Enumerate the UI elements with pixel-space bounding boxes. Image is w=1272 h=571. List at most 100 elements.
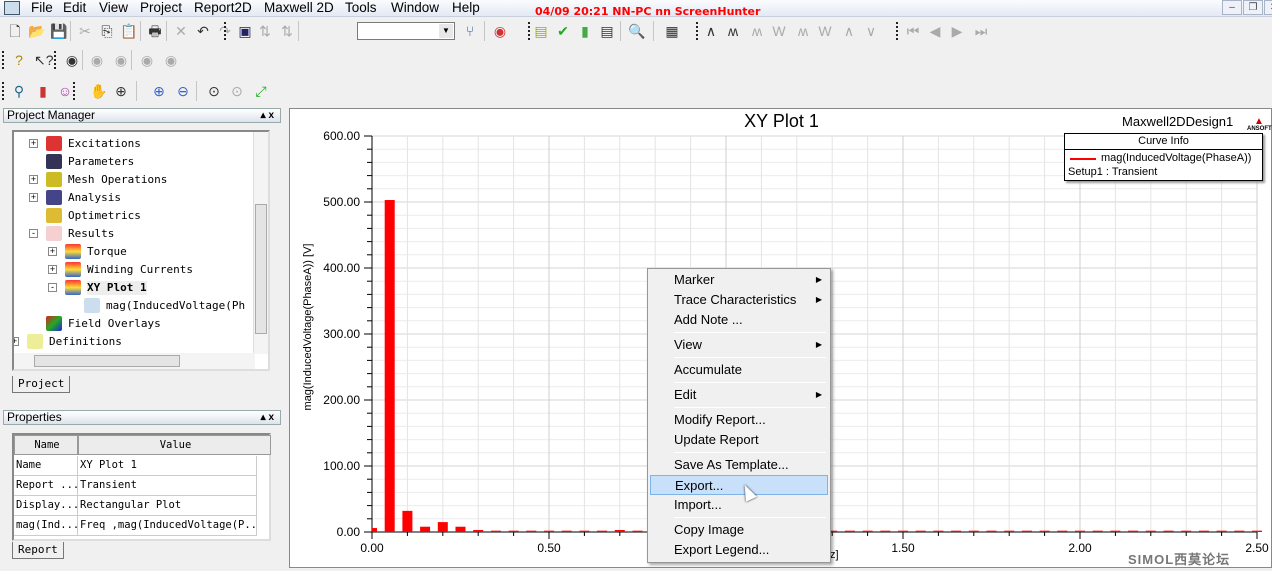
toolbar-grip[interactable] <box>2 82 4 100</box>
context-menu-item-edit[interactable]: Edit ▶ <box>650 385 828 405</box>
menu-help[interactable]: Help <box>452 0 480 16</box>
menu-report2d[interactable]: Report2D <box>194 0 252 16</box>
undo-icon[interactable]: ↶ <box>194 22 212 40</box>
menu-tools[interactable]: Tools <box>345 0 377 16</box>
icon-disabled[interactable]: ⇅ <box>278 22 296 40</box>
open-icon[interactable]: 📂 <box>28 22 46 40</box>
tree-node-winding-currents[interactable]: + Winding Currents <box>14 262 254 278</box>
context-menu-item-export[interactable]: Export... <box>650 475 828 495</box>
toolbar-grip[interactable] <box>224 22 226 40</box>
tree-node-definitions[interactable]: + Definitions <box>14 334 254 350</box>
menu-edit[interactable]: Edit <box>63 0 86 16</box>
tree-node-analysis[interactable]: + Analysis <box>14 190 254 206</box>
tree-node-mag-inducedvoltage-ph[interactable]: mag(InducedVoltage(Ph <box>14 298 254 314</box>
hierarchy-icon[interactable]: ⑂ <box>461 22 479 40</box>
minimize-button[interactable]: – <box>1222 0 1242 15</box>
copy-icon[interactable]: ⎘ <box>98 22 116 40</box>
context-menu-item-accumulate[interactable]: Accumulate <box>650 360 828 380</box>
icon-disabled[interactable]: ⇅ <box>256 22 274 40</box>
tree-node-xy-plot-1[interactable]: - XY Plot 1 <box>14 280 254 296</box>
report-icon[interactable]: ▤ <box>532 22 550 40</box>
context-menu-item-import[interactable]: Import... <box>650 495 828 515</box>
tab-project[interactable]: Project <box>12 376 71 393</box>
context-menu-item-trace-characteristics[interactable]: Trace Characteristics ▶ <box>650 290 828 310</box>
tree-node-mesh-operations[interactable]: + Mesh Operations <box>14 172 254 188</box>
pan-icon[interactable]: ✋ <box>90 82 108 100</box>
context-menu-item-export-legend[interactable]: Export Legend... <box>650 540 828 560</box>
toolbar-combo[interactable]: ▼ <box>357 22 455 40</box>
column-header[interactable]: Name <box>14 435 78 455</box>
scroll-thumb[interactable] <box>255 204 267 334</box>
context-menu-item-save-as-template[interactable]: Save As Template... <box>650 455 828 475</box>
restore-button[interactable]: ❐ <box>1243 0 1263 15</box>
person-icon[interactable]: ☺ <box>56 82 74 100</box>
icon-disabled[interactable]: ◉ <box>88 51 106 69</box>
tree-node-field-overlays[interactable]: Field Overlays <box>14 316 254 332</box>
tree-node-optimetrics[interactable]: Optimetrics <box>14 208 254 224</box>
expand-icon[interactable]: + <box>29 139 38 148</box>
check-icon[interactable]: ✔ <box>554 22 572 40</box>
expand-icon[interactable]: + <box>29 175 38 184</box>
print-icon[interactable]: 🖶 <box>146 22 164 40</box>
fit-icon[interactable]: ⊙ <box>228 82 246 100</box>
toolbar-grip[interactable] <box>896 22 898 40</box>
expand-icon[interactable]: + <box>29 193 38 202</box>
tree-node-parameters[interactable]: Parameters <box>14 154 254 170</box>
new-icon[interactable]: 🗋 <box>6 22 24 40</box>
icon-disabled[interactable]: ◉ <box>112 51 130 69</box>
expand-icon[interactable]: + <box>14 337 19 346</box>
toolbar-grip[interactable] <box>54 51 56 69</box>
axis-icon[interactable]: ⤢ <box>252 82 270 100</box>
solve-icon[interactable]: ▮ <box>576 22 594 40</box>
toolbar-grip[interactable] <box>528 22 530 40</box>
context-menu-item-add-note[interactable]: Add Note ... <box>650 310 828 330</box>
first-icon[interactable]: ⏮ <box>904 22 922 40</box>
paste-icon[interactable]: 📋 <box>120 22 138 40</box>
peak-icon[interactable]: ʍ <box>724 22 742 40</box>
chevron-down-icon[interactable]: ▼ <box>439 24 453 38</box>
tree-node-excitations[interactable]: + Excitations <box>14 136 254 152</box>
save-icon[interactable]: 💾 <box>50 22 68 40</box>
curve-info-legend[interactable]: Curve Info mag(InducedVoltage(PhaseA)) S… <box>1064 133 1263 181</box>
icon-disabled[interactable]: ◉ <box>138 51 156 69</box>
icon-disabled[interactable]: W <box>816 22 834 40</box>
binoculars-icon[interactable]: ⚲ <box>10 82 28 100</box>
pin-close-buttons[interactable]: ▴ x <box>261 109 274 122</box>
find-icon[interactable]: 🔍 <box>628 22 646 40</box>
collapse-icon[interactable]: - <box>48 283 57 292</box>
icon-disabled[interactable]: ʍ <box>748 22 766 40</box>
expand-icon[interactable]: + <box>48 247 57 256</box>
menu-file[interactable]: File <box>31 0 53 16</box>
tree-vscrollbar[interactable] <box>253 132 268 354</box>
zoom-extent-icon[interactable]: ⊕ <box>112 82 130 100</box>
icon-disabled[interactable]: W <box>770 22 788 40</box>
context-help-icon[interactable]: ↖? <box>34 51 54 69</box>
marker-icon[interactable]: ∧ <box>702 22 720 40</box>
eye-icon[interactable]: ◉ <box>63 51 81 69</box>
icon-disabled[interactable]: ∨ <box>862 22 880 40</box>
app-icon[interactable] <box>4 1 20 15</box>
toolbar-grip[interactable] <box>73 82 75 100</box>
close-button[interactable]: ✕ <box>1264 0 1272 15</box>
tab-report[interactable]: Report <box>12 542 64 559</box>
help-icon[interactable]: ? <box>10 51 28 69</box>
menu-maxwell-2d[interactable]: Maxwell 2D <box>264 0 334 16</box>
icon-disabled[interactable]: ∧ <box>840 22 858 40</box>
list-icon[interactable]: ▤ <box>598 22 616 40</box>
cut-icon[interactable]: ✂ <box>76 22 94 40</box>
table-icon[interactable]: ▦ <box>663 22 681 40</box>
context-menu-item-modify-report[interactable]: Modify Report... <box>650 410 828 430</box>
validate-icon[interactable]: ◉ <box>491 22 509 40</box>
menu-project[interactable]: Project <box>140 0 182 16</box>
collapse-icon[interactable]: - <box>29 229 38 238</box>
expand-icon[interactable]: + <box>48 265 57 274</box>
last-icon[interactable]: ⏭ <box>972 22 990 40</box>
column-header[interactable]: Value <box>78 435 271 455</box>
tree-hscrollbar[interactable] <box>14 353 255 369</box>
toolbar-grip[interactable] <box>696 22 698 40</box>
context-menu-item-update-report[interactable]: Update Report <box>650 430 828 450</box>
delete-icon[interactable]: ✕ <box>172 22 190 40</box>
scroll-thumb[interactable] <box>34 355 180 367</box>
icon-disabled[interactable]: ◉ <box>162 51 180 69</box>
next-icon[interactable]: ▶ <box>948 22 966 40</box>
